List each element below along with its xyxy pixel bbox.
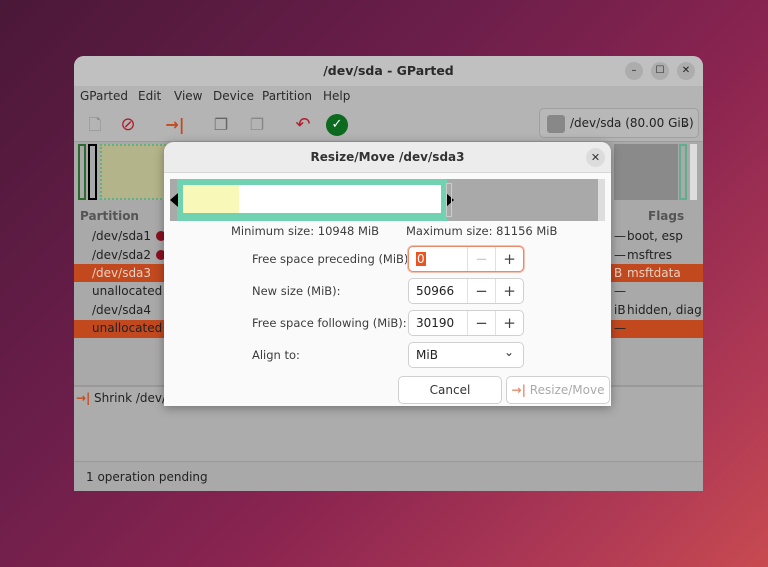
window-title: /dev/sda - GParted [323, 63, 454, 78]
align-to-value: MiB [416, 348, 438, 362]
resize-move-dialog: Resize/Move /dev/sda3 ✕ Minimum size: 10… [164, 142, 611, 406]
resize-visualizer[interactable] [170, 179, 605, 221]
size-cell: — [614, 248, 626, 262]
title-bar: /dev/sda - GParted [74, 56, 703, 86]
minimum-size-label: Minimum size: 10948 MiB [231, 224, 380, 238]
increment-button[interactable]: + [495, 279, 523, 303]
delete-icon[interactable]: ⊘ [117, 114, 139, 136]
undo-icon[interactable]: ↶ [292, 114, 314, 136]
size-cell: B [614, 266, 623, 280]
partition-name: /dev/sda2 [92, 248, 152, 262]
resize-move-button[interactable]: →| Resize/Move [506, 376, 610, 404]
free-space-following-input[interactable]: 30190 [416, 311, 454, 335]
align-to-label: Align to: [252, 348, 300, 362]
free-space-preceding-label: Free space preceding (MiB): [252, 252, 413, 266]
column-header-partition[interactable]: Partition [80, 209, 139, 223]
free-space-following-spinner[interactable]: 30190 − + [408, 310, 524, 336]
partition-name: unallocated [92, 321, 163, 335]
flags-cell: hidden, diag [627, 303, 702, 317]
minimize-button[interactable]: – [625, 62, 643, 80]
menu-device[interactable]: Device [213, 89, 254, 103]
new-size-spinner[interactable]: 50966 − + [408, 278, 524, 304]
new-size-label: New size (MiB): [252, 284, 341, 298]
resize-move-label: Resize/Move [529, 383, 605, 397]
status-bar: 1 operation pending [74, 461, 703, 491]
decrement-button[interactable]: − [467, 279, 495, 303]
chevron-down-icon: ⌄ [680, 116, 691, 130]
align-to-dropdown[interactable]: MiB ⌄ [408, 342, 524, 368]
visualizer-edge [598, 179, 605, 221]
increment-button[interactable]: + [495, 311, 523, 335]
chevron-down-icon: ⌄ [503, 345, 514, 359]
menu-bar: GParted Edit View Device Partition Help [74, 86, 703, 108]
flags-cell: msftdata [627, 266, 681, 280]
paste-icon[interactable]: ❐ [246, 114, 268, 136]
column-header-flags[interactable]: Flags [648, 209, 684, 223]
dialog-close-button[interactable]: ✕ [586, 148, 605, 167]
size-cell: — [614, 284, 626, 298]
partition-name: /dev/sda1 [92, 229, 152, 243]
menu-gparted[interactable]: GParted [80, 89, 128, 103]
increment-button[interactable]: + [495, 247, 523, 271]
partition-used [183, 185, 239, 213]
partition-name: unallocated [92, 284, 163, 298]
decrement-button[interactable]: − [467, 247, 495, 271]
menu-partition[interactable]: Partition [262, 89, 312, 103]
partition-name: /dev/sda4 [92, 303, 152, 317]
new-partition-icon[interactable]: 🗋 [84, 114, 106, 136]
resize-move-icon: →| [76, 391, 91, 405]
handle-track [446, 183, 452, 217]
free-space-preceding-input[interactable]: 0 [416, 252, 426, 266]
dialog-title: Resize/Move /dev/sda3 [164, 142, 611, 173]
flags-cell: boot, esp [627, 229, 683, 243]
partition-name: /dev/sda3 [92, 266, 152, 280]
cancel-button[interactable]: Cancel [398, 376, 502, 404]
maximum-size-label: Maximum size: 81156 MiB [406, 224, 558, 238]
copy-icon[interactable]: ❐ [210, 114, 232, 136]
resize-move-icon: →| [511, 383, 526, 397]
maximize-button[interactable]: ☐ [651, 62, 669, 80]
left-resize-handle[interactable] [170, 193, 178, 207]
close-button[interactable]: ✕ [677, 62, 695, 80]
device-selector-value: /dev/sda (80.00 GiB) [570, 116, 694, 130]
size-cell: — [614, 321, 626, 335]
flags-cell: msftres [627, 248, 672, 262]
size-cell: iB [614, 303, 626, 317]
new-size-input[interactable]: 50966 [416, 279, 454, 303]
free-space-following-label: Free space following (MiB): [252, 316, 407, 330]
resize-move-icon[interactable]: →| [164, 114, 186, 136]
operation-item[interactable]: Shrink /dev/s [94, 391, 172, 405]
disk-icon [547, 115, 565, 133]
free-space-preceding-spinner[interactable]: 0 − + [408, 246, 524, 272]
menu-help[interactable]: Help [323, 89, 350, 103]
size-cell: — [614, 229, 626, 243]
menu-edit[interactable]: Edit [138, 89, 161, 103]
device-selector[interactable]: /dev/sda (80.00 GiB) ⌄ [539, 108, 699, 138]
decrement-button[interactable]: − [467, 311, 495, 335]
apply-icon[interactable]: ✓ [326, 114, 348, 136]
menu-view[interactable]: View [174, 89, 202, 103]
